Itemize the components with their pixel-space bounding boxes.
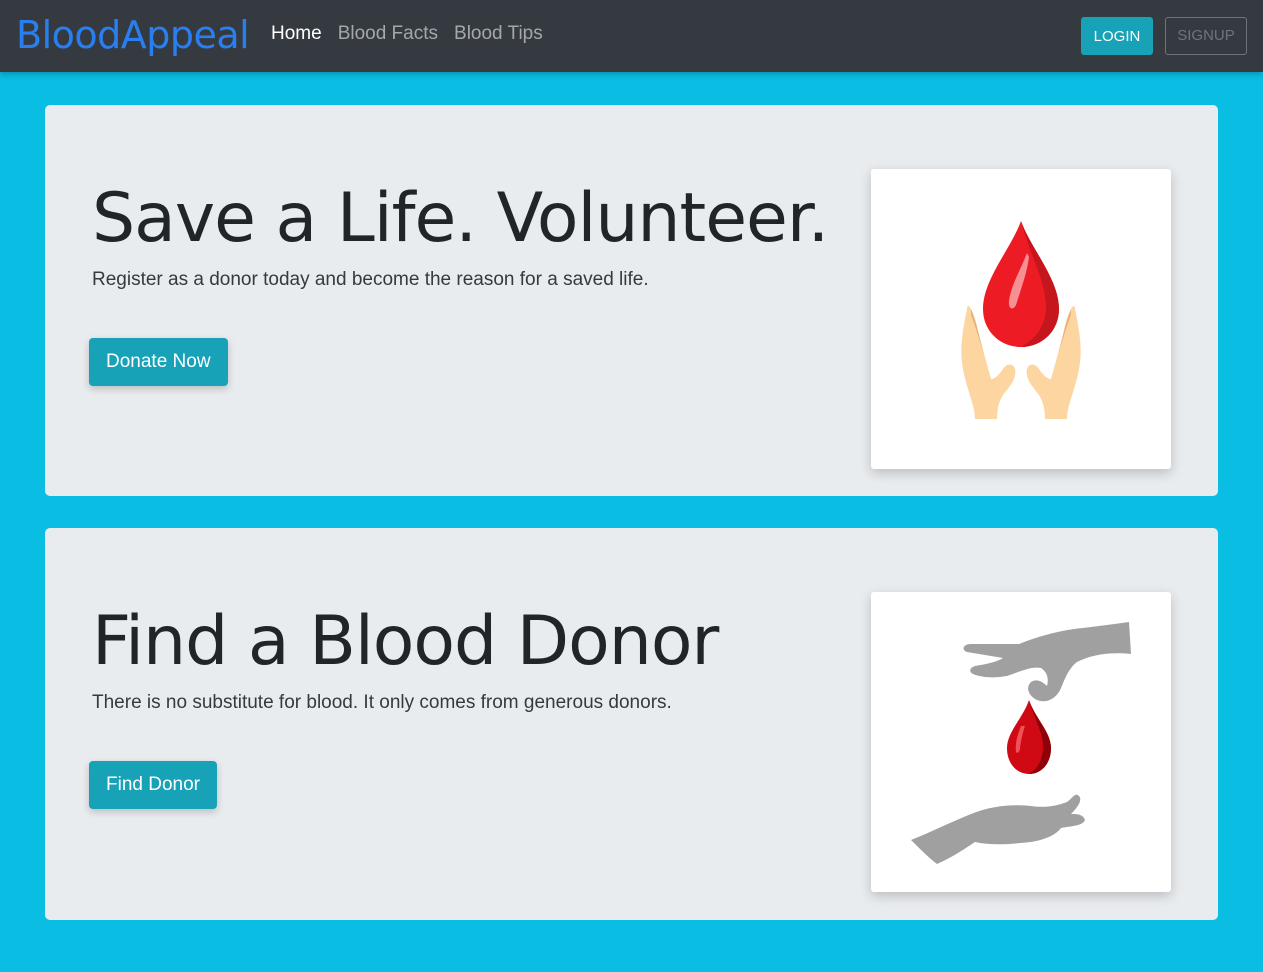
nav-link-blood-tips[interactable]: Blood Tips — [454, 22, 543, 46]
find-donor-button[interactable]: Find Donor — [89, 761, 217, 809]
signup-button[interactable]: SIGNUP — [1165, 17, 1247, 55]
hands-passing-blood-drop-icon — [911, 622, 1131, 864]
login-button[interactable]: LOGIN — [1081, 17, 1153, 55]
find-donor-jumbotron: Find a Blood Donor There is no substitut… — [45, 528, 1218, 920]
nav-link-home[interactable]: Home — [271, 22, 322, 46]
donate-now-button[interactable]: Donate Now — [89, 338, 228, 386]
donate-heading: Save a Life. Volunteer. — [92, 179, 829, 258]
find-donor-heading: Find a Blood Donor — [92, 602, 719, 681]
nav-links: Home Blood Facts Blood Tips — [271, 22, 559, 46]
blood-drop-hands-icon — [961, 221, 1081, 419]
nav-link-blood-facts[interactable]: Blood Facts — [338, 22, 438, 46]
find-donor-subtitle: There is no substitute for blood. It onl… — [92, 692, 672, 713]
brand-logo[interactable]: BloodAppeal — [16, 12, 250, 58]
donate-jumbotron: Save a Life. Volunteer. Register as a do… — [45, 105, 1218, 496]
find-donor-image-card — [871, 592, 1171, 892]
donate-image-card — [871, 169, 1171, 469]
navbar: BloodAppeal Home Blood Facts Blood Tips … — [0, 0, 1263, 72]
donate-subtitle: Register as a donor today and become the… — [92, 269, 649, 290]
